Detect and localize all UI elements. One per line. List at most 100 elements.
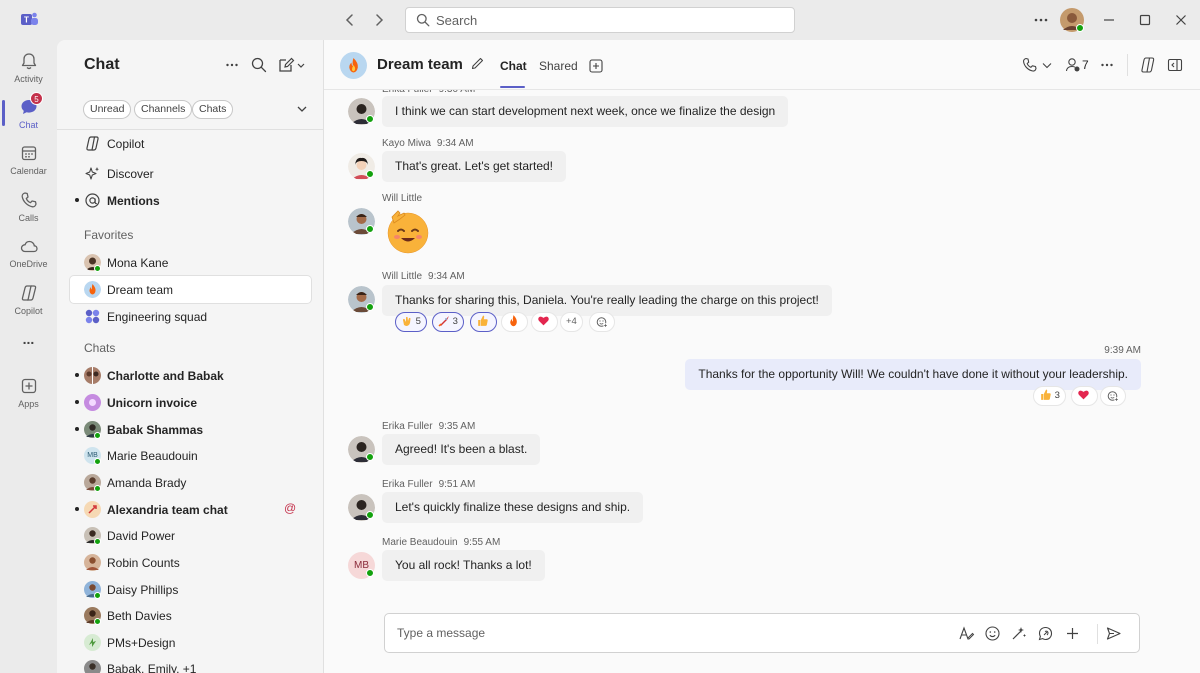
chat-item-amanda-brady[interactable]: Amanda Brady [70,469,311,496]
list-item-copilot[interactable]: Copilot [70,130,311,157]
forward-arrow-icon[interactable] [369,10,389,30]
rail-activity[interactable]: Activity [0,44,57,90]
reaction-heart[interactable] [531,312,558,332]
tab-chat[interactable]: Chat [500,59,527,73]
reaction-thumbs-up[interactable] [470,312,497,332]
list-item-discover[interactable]: Discover [70,160,311,187]
edit-pencil-icon[interactable] [470,56,485,71]
new-chat-icon[interactable] [277,56,307,74]
list-item-label: Daisy Phillips [107,583,179,597]
chat-item-babak-emily[interactable]: Babak, Emily, +1 [70,655,311,673]
presence-indicator [94,265,101,272]
chat-item-mona-kane[interactable]: Mona Kane [70,249,311,276]
more-reactions[interactable]: +4 [560,312,583,332]
chat-item-robin-counts[interactable]: Robin Counts [70,549,311,576]
message-input[interactable] [397,614,937,652]
message-bubble[interactable]: That's great. Let's get started! [382,151,566,182]
side-panel-icon[interactable] [1166,56,1184,74]
rail-calendar[interactable]: Calendar [0,136,57,182]
reaction-count: 3 [452,316,458,327]
presence-indicator [366,225,374,233]
reaction-heart[interactable] [1071,386,1098,406]
rail-copilot[interactable]: Copilot [0,276,57,322]
reaction-rocket[interactable]: 3 [432,312,464,332]
filter-channels[interactable]: Channels [134,100,193,119]
more-options-icon[interactable] [1030,9,1052,31]
message-bubble[interactable]: I think we can start development next we… [382,96,789,127]
loop-icon[interactable] [1037,625,1054,642]
search-box[interactable] [405,7,795,33]
back-arrow-icon[interactable] [340,10,360,30]
rail-chat[interactable]: 5 Chat [0,90,57,136]
chevron-down-icon[interactable] [1040,56,1054,74]
chat-item-unicorn-invoice[interactable]: Unicorn invoice [70,389,311,416]
rail-apps[interactable]: Apps [0,369,57,415]
rail-calls[interactable]: Calls [0,183,57,229]
chat-item-charlotte-babak[interactable]: Charlotte and Babak [70,362,311,389]
search-icon[interactable] [250,56,268,74]
close-icon[interactable] [1171,10,1191,30]
filter-chats[interactable]: Chats [192,100,234,119]
avatar [84,367,101,384]
chat-item-dream-team[interactable]: Dream team [70,276,311,303]
chat-item-alexandria-team[interactable]: Alexandria team chat @ [70,496,311,523]
add-reaction-button[interactable] [1100,386,1126,406]
heart-emoji-icon [1078,390,1089,400]
add-attachment-icon[interactable] [1064,625,1081,642]
unread-dot [75,400,79,404]
list-item-mentions[interactable]: Mentions [70,187,311,214]
list-item-label: Babak, Emily, +1 [107,662,197,673]
list-item-label: Charlotte and Babak [107,369,224,383]
presence-indicator [94,458,101,465]
call-icon[interactable] [1021,56,1039,74]
list-item-label: PMs+Design [107,636,176,650]
fire-icon [349,58,358,73]
chevron-down-icon[interactable] [295,102,309,116]
rail-onedrive[interactable]: OneDrive [0,229,57,275]
format-icon[interactable] [958,625,975,642]
chat-item-beth-davies[interactable]: Beth Davies [70,602,311,629]
chat-item-daisy-phillips[interactable]: Daisy Phillips [70,576,311,603]
message-bubble[interactable]: Agreed! It's been a blast. [382,434,541,465]
tab-shared[interactable]: Shared [539,59,578,73]
profile-avatar[interactable] [1060,8,1084,32]
emoji-icon[interactable] [984,625,1001,642]
presence-indicator [366,453,374,461]
add-apps-icon [21,378,36,394]
list-item-label: Unicorn invoice [107,396,198,410]
maximize-icon[interactable] [1135,10,1155,30]
chat-title: Dream team [377,56,463,73]
thumbs-up-emoji-icon [1041,389,1051,400]
minimize-icon[interactable] [1099,10,1119,30]
send-icon[interactable] [1105,625,1122,642]
chat-item-david-power[interactable]: David Power [70,522,311,549]
message-bubble[interactable]: You all rock! Thanks a lot! [382,550,545,581]
salute-emoji-sticker[interactable] [384,207,432,255]
chat-item-engineering-squad[interactable]: Engineering squad [70,303,311,330]
copilot-compose-icon[interactable] [1010,625,1027,642]
more-options-icon[interactable] [223,56,241,74]
reaction-fire[interactable] [501,312,528,332]
message-bubble[interactable]: Let's quickly finalize these designs and… [382,492,644,523]
more-options-icon[interactable] [1098,56,1116,74]
list-item-label: Beth Davies [107,609,172,623]
reaction-clap[interactable]: 5 [395,312,427,332]
presence-indicator [94,432,101,439]
chat-item-pms-design[interactable]: PMs+Design [70,629,311,656]
more-icon: ... [22,331,35,347]
search-input[interactable] [436,8,786,32]
add-reaction-button[interactable] [589,312,615,332]
presence-indicator [94,592,101,599]
rail-label: Copilot [14,306,43,316]
chat-item-babak-shammas[interactable]: Babak Shammas [70,416,311,443]
participants-icon[interactable] [1064,56,1082,74]
rail-more[interactable]: ... [0,326,57,356]
reaction-thumbs-up[interactable]: 3 [1033,386,1066,406]
chat-item-marie-beaudouin[interactable]: MB Marie Beaudouin [70,442,311,469]
reaction-count: 5 [415,316,421,327]
filter-unread[interactable]: Unread [83,100,132,119]
avatar [84,554,101,571]
add-tab-icon[interactable] [588,58,604,74]
copilot-icon[interactable] [1139,56,1157,74]
group-avatar [340,52,367,79]
